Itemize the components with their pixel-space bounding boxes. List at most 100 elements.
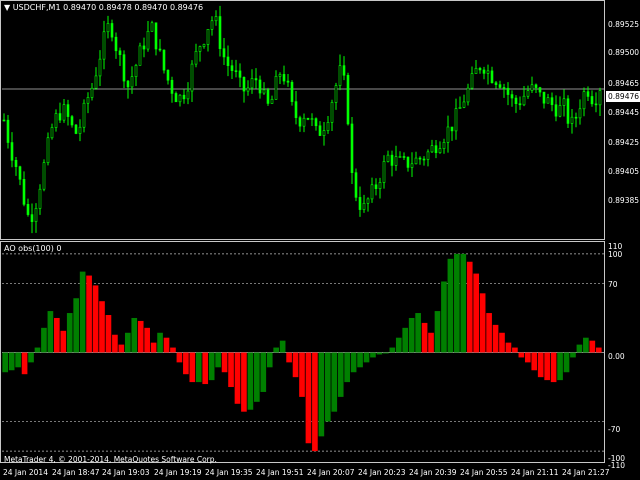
candle-body	[150, 22, 154, 32]
candle-body	[498, 84, 502, 88]
candle-body	[538, 87, 542, 93]
candle-body	[82, 102, 86, 128]
candle-body	[406, 156, 410, 168]
candle-body	[470, 73, 474, 89]
candle-body	[270, 99, 274, 104]
histogram-bar	[112, 334, 118, 353]
histogram-bar	[402, 327, 409, 353]
price-scale-label: 0.89425	[608, 138, 640, 147]
candle-body	[34, 208, 38, 222]
candle-body	[486, 70, 490, 74]
candle-body	[262, 89, 266, 94]
candle-body	[238, 70, 242, 78]
candle-body	[342, 65, 346, 76]
candle-body	[306, 117, 310, 120]
candle-body	[434, 145, 438, 153]
histogram-bar	[176, 352, 183, 363]
candle-body	[510, 94, 514, 99]
candle-body	[246, 87, 250, 92]
histogram-bar	[357, 352, 363, 368]
chart-window[interactable]: ▼ USDCHF,M1 0.89470 0.89478 0.89470 0.89…	[0, 0, 640, 480]
candle-body	[206, 28, 210, 45]
histogram-bar	[8, 352, 15, 371]
candle-body	[598, 90, 602, 106]
time-axis-label: 24 Jan 20:55	[460, 468, 508, 477]
candle-body	[174, 93, 178, 103]
candle-body	[102, 31, 106, 60]
histogram-bar	[170, 347, 176, 353]
candle-body	[178, 94, 182, 103]
histogram-bar	[299, 352, 305, 397]
histogram-bar	[208, 352, 215, 381]
candle-body	[18, 166, 22, 180]
candle-body	[290, 81, 294, 102]
candle-body	[450, 126, 454, 132]
candle-body	[566, 98, 570, 124]
candle-body	[546, 97, 550, 104]
candle-body	[302, 117, 306, 127]
histogram-bar	[518, 352, 525, 358]
histogram-bar	[15, 352, 21, 368]
indicator-title: AO obs(100) 0	[4, 244, 62, 253]
time-axis-label: 24 Jan 2014	[3, 468, 48, 477]
candle-body	[382, 161, 386, 183]
histogram-bar	[54, 317, 60, 353]
candle-body	[438, 148, 442, 153]
time-axis-label: 24 Jan 19:19	[154, 468, 202, 477]
candle-body	[54, 113, 58, 128]
histogram-bar	[331, 352, 338, 412]
candle-body	[58, 113, 62, 121]
candle-body	[554, 104, 558, 117]
histogram-bar	[105, 315, 112, 353]
candle-body	[138, 45, 142, 66]
candle-body	[226, 56, 230, 66]
histogram-bar	[163, 337, 170, 353]
candle-body	[326, 122, 330, 131]
histogram-bar	[324, 352, 331, 422]
candle-body	[358, 197, 362, 210]
candle-body	[286, 80, 290, 83]
indicator-scale-label: 100	[608, 250, 623, 259]
histogram-bar	[337, 352, 344, 397]
candle-body	[490, 70, 494, 84]
candle-body	[370, 184, 374, 200]
current-price-tag: 0.89476	[606, 91, 640, 102]
candle-body	[118, 50, 122, 55]
candle-body	[482, 69, 486, 74]
candle-body	[534, 84, 538, 88]
candle-body	[378, 182, 382, 189]
candle-body	[258, 79, 262, 94]
symbol-title: ▼ USDCHF,M1 0.89470 0.89478 0.89470 0.89…	[4, 3, 203, 12]
candle-body	[66, 104, 70, 117]
candle-body	[506, 87, 510, 95]
candle-body	[514, 97, 518, 105]
histogram-bar	[92, 285, 99, 353]
candle-body	[550, 97, 554, 106]
histogram-bar	[286, 352, 292, 363]
histogram-bar	[137, 320, 144, 353]
candle-body	[458, 107, 462, 109]
histogram-bar	[247, 352, 254, 410]
histogram-bar	[2, 352, 9, 373]
histogram-bar	[260, 352, 267, 392]
histogram-bar	[66, 313, 73, 353]
histogram-bar	[124, 332, 131, 353]
candle-body	[430, 145, 434, 153]
histogram-bar	[389, 347, 396, 353]
candle-body	[198, 46, 202, 52]
indicator-scale-label: -110	[608, 461, 626, 470]
indicator-scale-label: -70	[608, 425, 621, 434]
candle-body	[78, 126, 82, 134]
candle-body	[314, 118, 318, 127]
histogram-bar	[486, 313, 492, 353]
time-axis-label: 24 Jan 20:39	[409, 468, 457, 477]
histogram-bar	[570, 352, 576, 358]
candle-body	[38, 188, 42, 209]
indicator-scale-label: 70	[608, 280, 618, 289]
candle-body	[106, 23, 110, 33]
candle-body	[478, 68, 482, 71]
histogram-bar	[195, 352, 202, 383]
candle-body	[218, 16, 222, 49]
dropdown-arrow-icon[interactable]: ▼	[4, 3, 10, 12]
histogram-bar	[279, 340, 286, 353]
